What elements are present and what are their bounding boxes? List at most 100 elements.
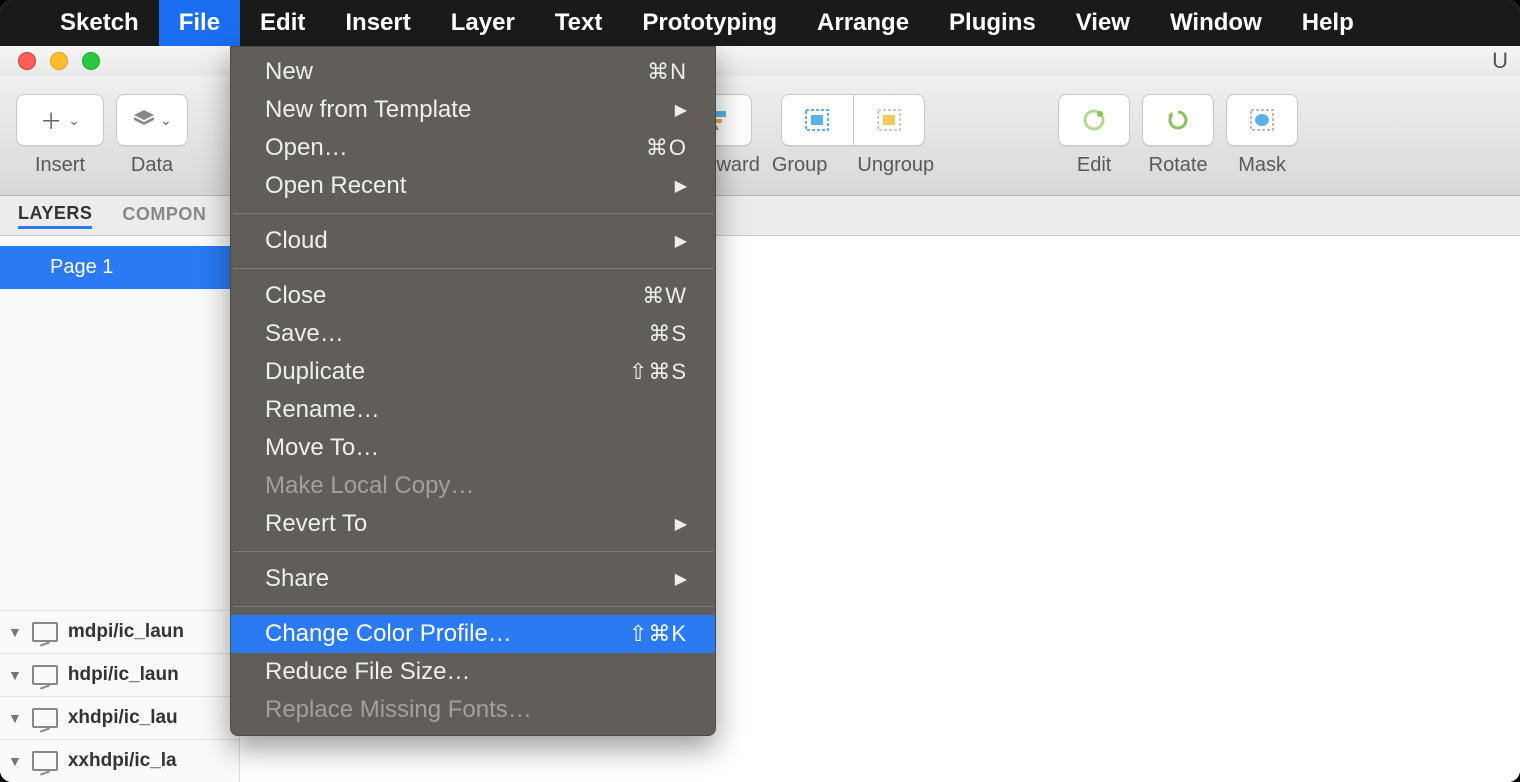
layer-label: xxhdpi/ic_la [68, 750, 177, 772]
menu-separator [233, 213, 713, 214]
menu-item-label: Rename… [265, 396, 380, 424]
layer-label: xhdpi/ic_lau [68, 707, 178, 729]
artboard-icon [32, 665, 58, 685]
rotate-label: Rotate [1149, 154, 1208, 177]
submenu-arrow-icon: ▶ [675, 514, 687, 534]
disclosure-icon[interactable]: ▼ [8, 667, 22, 683]
data-button[interactable]: ⌄ [116, 94, 188, 146]
mask-label: Mask [1238, 154, 1286, 177]
file-menu-dropdown: New ⌘N New from Template▶ Open… ⌘O Open Recen… [230, 46, 716, 736]
data-label: Data [131, 154, 173, 177]
menu-item-label: Close [265, 282, 326, 310]
menu-shortcut: ⌘N [647, 59, 687, 85]
menu-arrange[interactable]: Arrange [797, 0, 929, 46]
menu-item-reduce-file-size[interactable]: Reduce File Size… [231, 653, 715, 691]
menu-view[interactable]: View [1056, 0, 1150, 46]
layer-row[interactable]: ▼ xxhdpi/ic_la [0, 739, 239, 782]
close-window-button[interactable] [18, 52, 36, 70]
menu-item-new-from-template[interactable]: New from Template▶ [231, 91, 715, 129]
menu-window[interactable]: Window [1150, 0, 1282, 46]
layers-icon [132, 108, 156, 132]
insert-button[interactable]: ＋ ⌄ [16, 94, 104, 146]
menu-prototyping[interactable]: Prototyping [622, 0, 797, 46]
menu-item-rename[interactable]: Rename… [231, 391, 715, 429]
menu-layer[interactable]: Layer [431, 0, 535, 46]
app-name[interactable]: Sketch [60, 9, 159, 37]
menu-item-save[interactable]: Save…⌘S [231, 315, 715, 353]
menu-item-label: Open… [265, 134, 348, 162]
disclosure-icon[interactable]: ▼ [8, 710, 22, 726]
menu-item-label: Cloud [265, 227, 328, 255]
menu-text[interactable]: Text [535, 0, 623, 46]
menu-edit[interactable]: Edit [240, 0, 325, 46]
layer-row[interactable]: ▼ xhdpi/ic_lau [0, 696, 239, 739]
menu-item-label: Share [265, 565, 329, 593]
page-label: Page 1 [50, 256, 113, 278]
menu-item-open-recent[interactable]: Open Recent ▶ [231, 167, 715, 205]
submenu-arrow-icon: ▶ [675, 176, 687, 196]
menu-help[interactable]: Help [1282, 0, 1374, 46]
menu-item-duplicate[interactable]: Duplicate⇧⌘S [231, 353, 715, 391]
mask-icon [1249, 108, 1275, 132]
menu-item-new[interactable]: New ⌘N [231, 53, 715, 91]
edit-button[interactable] [1058, 94, 1130, 146]
menu-shortcut: ⌘W [642, 283, 687, 309]
sidebar: Page 1 ▼ mdpi/ic_laun ▼ hdpi/ic_laun ▼ x… [0, 236, 240, 782]
window-titlebar: U [0, 46, 1520, 76]
menu-item-label: Duplicate [265, 358, 365, 386]
menu-item-make-local-copy: Make Local Copy… [231, 467, 715, 505]
menu-file[interactable]: File [159, 0, 240, 46]
menu-separator [233, 551, 713, 552]
chevron-down-icon: ⌄ [68, 112, 80, 129]
menu-shortcut: ⌘O [646, 135, 687, 161]
plus-icon: ＋ [40, 104, 62, 136]
group-label: Group [772, 154, 828, 177]
menu-shortcut: ⇧⌘K [629, 621, 687, 647]
menu-item-share[interactable]: Share ▶ [231, 560, 715, 598]
menu-item-revert-to[interactable]: Revert To ▶ [231, 505, 715, 543]
artboard-icon [32, 751, 58, 771]
menu-item-close[interactable]: Close ⌘W [231, 277, 715, 315]
menu-insert[interactable]: Insert [325, 0, 430, 46]
group-button[interactable] [781, 94, 853, 146]
ungroup-button[interactable] [853, 94, 925, 146]
rotate-button[interactable] [1142, 94, 1214, 146]
menu-item-cloud[interactable]: Cloud ▶ [231, 222, 715, 260]
menu-separator [233, 606, 713, 607]
menu-item-label: Revert To [265, 510, 367, 538]
menu-plugins[interactable]: Plugins [929, 0, 1056, 46]
menu-item-open[interactable]: Open… ⌘O [231, 129, 715, 167]
layer-row[interactable]: ▼ hdpi/ic_laun [0, 653, 239, 696]
edit-label: Edit [1077, 154, 1111, 177]
menubar: Sketch File Edit Insert Layer Text Proto… [0, 0, 1520, 46]
sidebar-tabs: LAYERS COMPON [0, 196, 1520, 236]
menu-item-change-color-profile[interactable]: Change Color Profile…⇧⌘K [231, 615, 715, 653]
chevron-down-icon: ⌄ [160, 112, 172, 129]
tab-components[interactable]: COMPON [122, 204, 206, 227]
menu-item-label: Save… [265, 320, 344, 348]
artboard-icon [32, 708, 58, 728]
insert-label: Insert [35, 154, 85, 177]
layer-label: hdpi/ic_laun [68, 664, 179, 686]
disclosure-icon[interactable]: ▼ [8, 753, 22, 769]
menu-item-move-to[interactable]: Move To… [231, 429, 715, 467]
mask-button[interactable] [1226, 94, 1298, 146]
menu-item-label: New [265, 58, 313, 86]
main-area: Page 1 ▼ mdpi/ic_laun ▼ hdpi/ic_laun ▼ x… [0, 236, 1520, 782]
tab-layers[interactable]: LAYERS [18, 203, 92, 229]
layer-row[interactable]: ▼ mdpi/ic_laun [0, 610, 239, 653]
layer-label: mdpi/ic_laun [68, 621, 184, 643]
artboard-icon [32, 622, 58, 642]
submenu-arrow-icon: ▶ [675, 231, 687, 251]
fullscreen-window-button[interactable] [82, 52, 100, 70]
disclosure-icon[interactable]: ▼ [8, 624, 22, 640]
window-title-clip: U [1492, 48, 1508, 74]
menu-item-label: Replace Missing Fonts… [265, 696, 532, 724]
submenu-arrow-icon: ▶ [675, 569, 687, 589]
edit-icon [1082, 108, 1106, 132]
page-row[interactable]: Page 1 [0, 246, 239, 289]
ungroup-icon [876, 108, 902, 132]
menu-separator [233, 268, 713, 269]
menu-item-label: Open Recent [265, 172, 406, 200]
minimize-window-button[interactable] [50, 52, 68, 70]
